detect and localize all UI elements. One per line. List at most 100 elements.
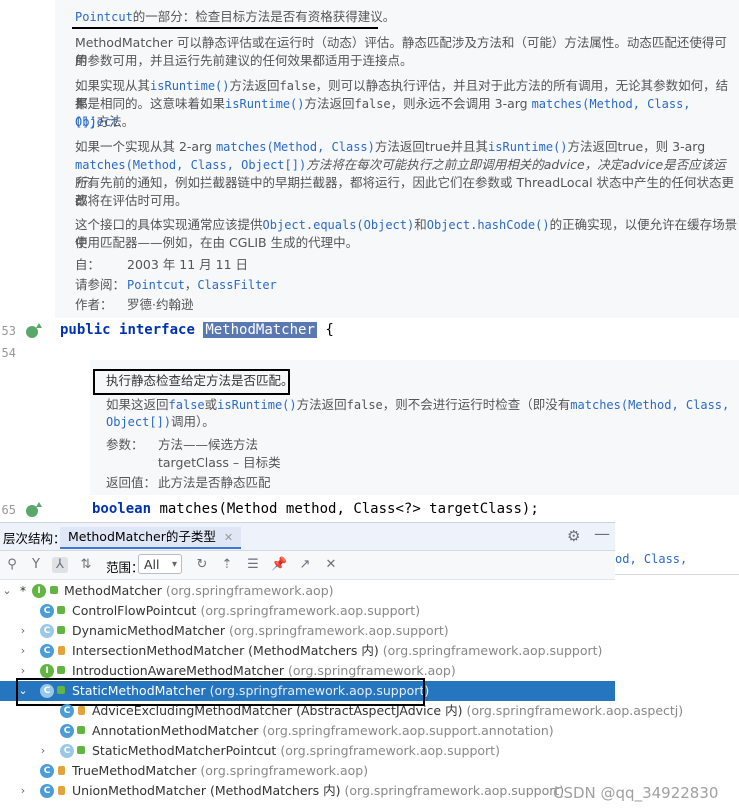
line-number-65: 65 <box>1 503 16 517</box>
code: isRuntime() <box>217 398 297 412</box>
package-name: (org.springframework.aop.aspectj) <box>466 703 684 718</box>
code: isRuntime() <box>488 140 568 154</box>
chevron-down-icon[interactable]: ⌄ <box>2 581 12 601</box>
implemented-gutter-icon[interactable] <box>26 323 42 338</box>
annotation-underline <box>72 27 378 29</box>
keyword-public: public <box>60 322 111 338</box>
class-name: DynamicMethodMatcher <box>72 623 225 638</box>
class-icon: C <box>60 724 74 738</box>
tree-row-label: AdviceExcludingMethodMatcher (AbstractAs… <box>92 701 683 721</box>
class-hierarchy-icon[interactable]: ⅄ <box>52 557 68 573</box>
text: 如果实现从其 <box>75 78 151 93</box>
keyword-boolean: boolean <box>92 501 152 517</box>
tree-row-label: AnnotationMethodMatcher (org.springframe… <box>92 721 554 741</box>
tree-row-label: IntersectionMethodMatcher (MethodMatcher… <box>72 641 602 661</box>
hierarchy-tool-window: 层次结构： MethodMatcher的子类型 ✕ ⚙ — ⚲ Y ⅄ ⇅ 范围… <box>0 522 683 812</box>
public-icon <box>57 666 65 674</box>
keyword-interface: interface <box>119 322 195 338</box>
text: 方法返回 <box>296 397 347 412</box>
method-declaration: boolean matches(Method method, Class<?> … <box>92 501 539 517</box>
lock-icon <box>58 766 65 775</box>
pin-icon[interactable]: 📌 <box>271 557 287 573</box>
tree-row-adviceexcludingmethodmatcher[interactable]: C AdviceExcludingMethodMatcher (Abstract… <box>0 701 683 721</box>
code: Object[]) <box>106 415 172 429</box>
editor-background: od, Class, <box>615 522 739 811</box>
doc-p2-line2: 都是相同的。这意味着如果isRuntime()方法返回false，则永远不会调用… <box>75 95 739 131</box>
see-pointcut-link[interactable]: Pointcut <box>127 278 185 292</box>
chevron-right-icon[interactable]: › <box>18 641 28 661</box>
package-name: (org.springframework.aop.support) <box>382 643 603 658</box>
tree-row-controlflowpointcut[interactable]: C ControlFlowPointcut (org.springframewo… <box>0 601 615 621</box>
line-number-54: 54 <box>1 346 16 360</box>
tab-label: MethodMatcher的子类型 <box>68 529 216 544</box>
public-icon <box>77 746 85 754</box>
open-in-editor-icon[interactable]: ↗ <box>297 557 313 573</box>
method-doc-param2: targetClass – 目标类 <box>158 455 281 470</box>
package-name: (org.springframework.aop.support) <box>228 623 449 638</box>
text: 方法返回 <box>229 78 280 93</box>
close-icon[interactable]: ✕ <box>323 557 339 573</box>
tree-row-label: StaticMethodMatcherPointcut (org.springf… <box>92 741 500 761</box>
doc-title: Pointcut的一部分：检查目标方法是否有资格获得建议。 <box>75 8 395 26</box>
tree-row-annotationmethodmatcher[interactable]: C AnnotationMethodMatcher (org.springfra… <box>0 721 615 741</box>
doc-see-also: 请参阅： Pointcut，ClassFilter <box>75 276 277 294</box>
chevron-right-icon[interactable]: › <box>18 781 28 801</box>
tree-row-label: DynamicMethodMatcher (org.springframewor… <box>72 621 449 641</box>
package-name: (org.springframework.aop.support) <box>200 603 421 618</box>
collapse-all-icon[interactable]: ☰ <box>245 557 261 573</box>
hierarchy-title: 层次结构： <box>3 531 66 546</box>
method-doc-returns: 返回值： 此方法是否静态匹配 <box>106 474 271 492</box>
class-icon: C <box>40 784 54 798</box>
subtypes-icon[interactable]: Y <box>28 557 44 573</box>
root-star-icon: * <box>20 584 26 598</box>
text: 方法返回 <box>304 96 355 111</box>
doc-p3-line1: 如果一个实现从其 2-arg matches(Method, Class)方法返… <box>75 138 705 156</box>
sort-alpha-icon[interactable]: ⇅ <box>78 557 94 573</box>
tree-row-truemethodmatcher[interactable]: C TrueMethodMatcher (org.springframework… <box>0 761 615 781</box>
line-number-53: 53 <box>1 324 16 338</box>
text: ，则永远不会调用 3-arg <box>390 96 532 111</box>
code: false <box>346 398 383 412</box>
refresh-icon[interactable]: ↻ <box>194 557 210 573</box>
expand-icon[interactable]: ⇡ <box>219 557 235 573</box>
pointcut-link[interactable]: Pointcut <box>75 10 133 24</box>
lock-icon <box>78 706 85 715</box>
tree-row-dynamicmethodmatcher[interactable]: › C DynamicMethodMatcher (org.springfram… <box>0 621 615 641</box>
chevron-right-icon[interactable]: › <box>18 621 28 641</box>
class-name: ControlFlowPointcut <box>72 603 197 618</box>
tree-row-methodmatcher[interactable]: ⌄ * I MethodMatcher (org.springframework… <box>0 581 615 601</box>
params-label: 参数： <box>106 437 144 452</box>
class-icon: C <box>40 764 54 778</box>
code: matches(Method, Class, <box>570 398 730 412</box>
doc-p1-line2: 的参数可用，并且运行先前建议的任何效果都适用于连接点。 <box>75 53 413 68</box>
package-name: (org.springframework.aop.support) <box>280 743 500 758</box>
code: matches(Method, Class, Object[]) <box>75 158 307 172</box>
separator: ， <box>184 277 198 292</box>
hierarchy-header: 层次结构： MethodMatcher的子类型 ✕ ⚙ — <box>0 523 615 551</box>
type-name-selected[interactable]: MethodMatcher <box>203 322 317 338</box>
close-tab-icon[interactable]: ✕ <box>224 531 233 544</box>
text: 方法返回true并且其 <box>374 139 489 154</box>
tree-row-staticmethodmatcherpointcut[interactable]: › C StaticMethodMatcherPointcut (org.spr… <box>0 741 615 761</box>
implemented-gutter-icon[interactable] <box>26 502 42 517</box>
chevron-down-icon: ▾ <box>171 559 177 570</box>
supertypes-icon[interactable]: ⚲ <box>4 557 20 573</box>
class-icon: C <box>60 704 74 718</box>
doc-since: 自： 2003 年 11 月 11 日 <box>75 256 248 274</box>
minimize-icon[interactable]: — <box>594 524 610 543</box>
partial-code: od, Class, <box>615 552 688 566</box>
see-classfilter-link[interactable]: ClassFilter <box>197 278 276 292</box>
public-icon <box>77 726 85 734</box>
scope-select[interactable]: All ▾ <box>138 554 182 574</box>
gear-icon[interactable]: ⚙ <box>567 527 580 545</box>
text: 如果这返回 <box>106 397 169 412</box>
author-label: 作者： <box>75 297 113 312</box>
class-name: IntersectionMethodMatcher (MethodMatcher… <box>72 643 379 658</box>
since-label: 自： <box>75 257 101 272</box>
tree-row-unionmethodmatcher[interactable]: › C UnionMethodMatcher (MethodMatchers 内… <box>0 781 615 801</box>
package-name: (org.springframework.aop) <box>165 583 334 598</box>
tree-row-intersectionmethodmatcher[interactable]: › C IntersectionMethodMatcher (MethodMat… <box>0 641 615 661</box>
chevron-right-icon[interactable]: › <box>38 741 48 761</box>
tab-subtypes[interactable]: MethodMatcher的子类型 ✕ <box>60 527 242 549</box>
returns-label: 返回值： <box>106 475 157 490</box>
